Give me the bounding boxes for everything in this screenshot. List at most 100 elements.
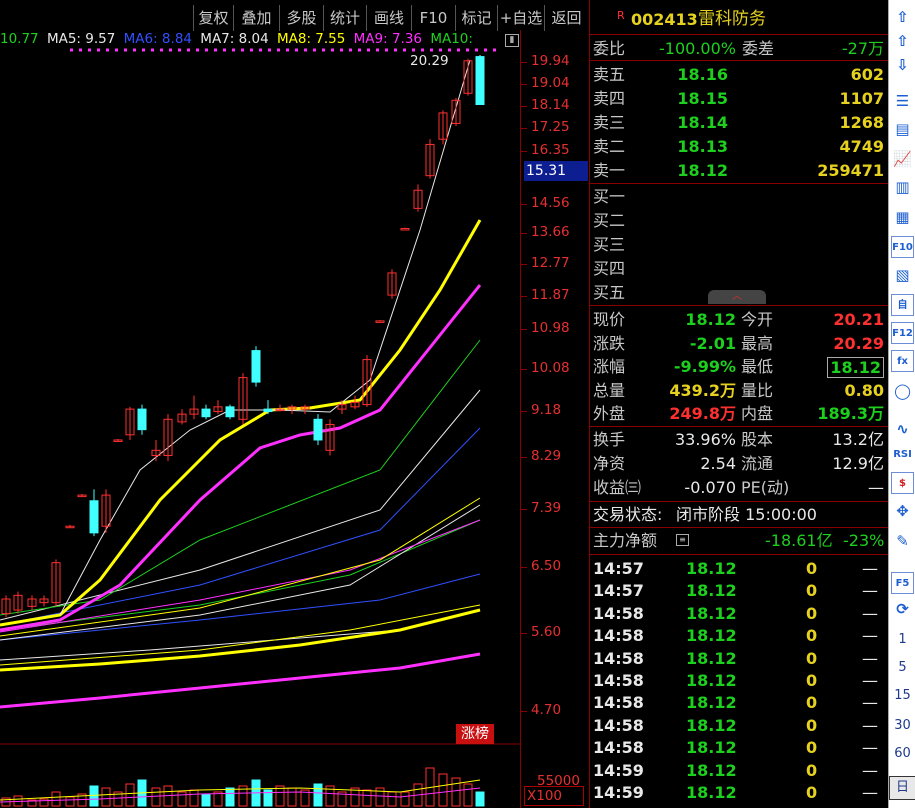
volume-bar [125,783,135,807]
ask-row[interactable]: 卖三 18.14 1268 [590,111,888,134]
quote-value-2: 0.80 [844,380,884,400]
ma-line [0,389,481,621]
bid-row[interactable]: 买二 [590,209,888,232]
tick-price: 18.12 [686,715,737,735]
pen-icon[interactable]: ✎ [891,530,914,552]
note-icon[interactable]: ▧ [891,264,914,286]
quote-label: 现价 [593,310,626,329]
candle-icon[interactable]: ▥ [891,176,914,198]
ask-row[interactable]: 卖一 18.12 259471 [590,159,888,182]
period-60[interactable]: 60 [889,746,915,761]
tick-direction: — [862,559,878,578]
price-axis-label: 4.70 [531,702,562,718]
ask-volume: 259471 [817,161,884,180]
r-badge: R [617,9,625,22]
right-toolbar: ⇧ ⇧ ⇩ ☰ ▤ 📈 ▥ ▦ F10 ▧ 自 F12 fx ◯ ∿ RSI $ ✥ ✎ F5 ⟳ 1 5 15 30 60 日 [888,0,915,808]
book-icon[interactable]: ▦ [891,206,914,228]
stock-code: 002413 [631,10,698,29]
bid-row[interactable]: 买三 [590,233,888,256]
ma-line [0,652,481,709]
period-1[interactable]: 1 [889,632,915,647]
ask-label: 卖五 [593,65,626,84]
stats-row: 收益㈢ -0.070 PE(动) — [590,476,888,499]
expand-handle[interactable]: ︿ [708,290,766,304]
period-30[interactable]: 30 [889,718,915,733]
period-15[interactable]: 15 [889,688,915,703]
quote-row: 现价 18.12 今开 20.21 [590,308,888,331]
tick-price: 18.12 [686,603,737,623]
price-tick [521,567,527,568]
candle-body [400,227,410,231]
f10-icon[interactable]: F10 [891,236,914,258]
tick-row: 14:58 18.12 0 — [590,624,888,647]
refresh-icon[interactable]: ⟳ [891,598,914,620]
rsi-icon[interactable]: RSI [891,444,914,466]
main-flow-row[interactable]: 主力净额 ≡ -18.61亿 -23% [590,529,888,552]
volume-bar [287,787,297,807]
down-arrow-icon[interactable]: ⇩ [891,54,914,76]
ma-line [0,339,481,616]
weibi-value: -100.00% [659,39,736,58]
table-icon[interactable]: ▤ [891,118,914,140]
price-axis-label: 18.14 [531,97,570,113]
ask-row[interactable]: 卖二 18.13 4749 [590,135,888,158]
self-icon[interactable]: 自 [891,294,914,316]
f5-icon[interactable]: F5 [891,572,914,594]
tick-direction: — [862,715,878,735]
up-arrow-icon[interactable]: ⇧ [891,30,914,52]
kline-chart-area[interactable]: 复权 叠加 多股 统计 画线 F10 标记 +自选 返回 10.77 MA5: … [0,0,588,808]
current-price-marker: 15.31 [524,161,588,181]
quote-label-2: 最高 [741,333,774,353]
move-icon[interactable]: ✥ [891,500,914,522]
period-5[interactable]: 5 [889,660,915,675]
quote-value: 439.2万 [669,380,736,400]
main-flow-label: 主力净额 [593,531,658,550]
line-chart-icon[interactable]: 📈 [891,148,914,170]
tick-time: 14:58 [593,603,644,623]
up-arrow-icon[interactable]: ⇧ [891,6,914,28]
candle-body [225,406,235,418]
list-icon[interactable]: ☰ [891,90,914,112]
volume-multiplier: X100 [524,786,584,806]
tick-volume: 0 [806,671,818,690]
quote-value: -9.99% [673,357,736,376]
tick-time: 14:58 [593,648,644,668]
volume-ma-line [0,787,481,803]
quote-row: 涨跌 -2.01 最高 20.29 [590,332,888,355]
tick-volume: 0 [806,626,818,646]
price-tick [521,106,527,107]
volume-bar [101,787,111,807]
f12-icon[interactable]: F12 [891,322,914,344]
stats-value: 2.54 [700,454,736,473]
volume-bar [225,787,235,807]
tick-direction: — [862,738,878,758]
quote-value-2: 18.12 [827,357,884,378]
candle-body [251,350,261,383]
tick-row: 14:58 18.12 0 — [590,736,888,759]
stats-value-2: — [868,478,884,497]
price-axis-label: 11.87 [531,287,570,303]
ask-volume: 4749 [839,137,884,156]
price-tick [521,128,527,129]
tick-time: 14:57 [593,559,644,578]
tick-price: 18.12 [686,693,737,713]
bid-row[interactable]: 买四 [590,257,888,280]
price-axis-label: 7.39 [531,500,562,516]
zhangbang-badge[interactable]: 涨榜 [456,724,494,744]
main-flow-icon[interactable]: ≡ [676,534,689,546]
price-tick [521,264,527,265]
formula-icon[interactable]: fx [891,350,914,372]
ask-label: 卖一 [593,161,626,180]
tick-volume: 0 [806,603,818,623]
price-axis-label: 6.50 [531,558,562,574]
ask-row[interactable]: 卖五 18.16 602 [590,63,888,86]
period-日[interactable]: 日 [889,776,915,800]
ask-row[interactable]: 卖四 18.15 1107 [590,87,888,110]
stats-label-2: 流通 [741,454,774,473]
dollar-icon[interactable]: $ [891,472,914,494]
bid-row[interactable]: 买一 [590,185,888,208]
wave-icon[interactable]: ∿ [891,418,914,440]
circle-icon[interactable]: ◯ [891,380,914,402]
quote-value-2: 189.3万 [817,404,884,423]
volume-bar [89,785,99,807]
